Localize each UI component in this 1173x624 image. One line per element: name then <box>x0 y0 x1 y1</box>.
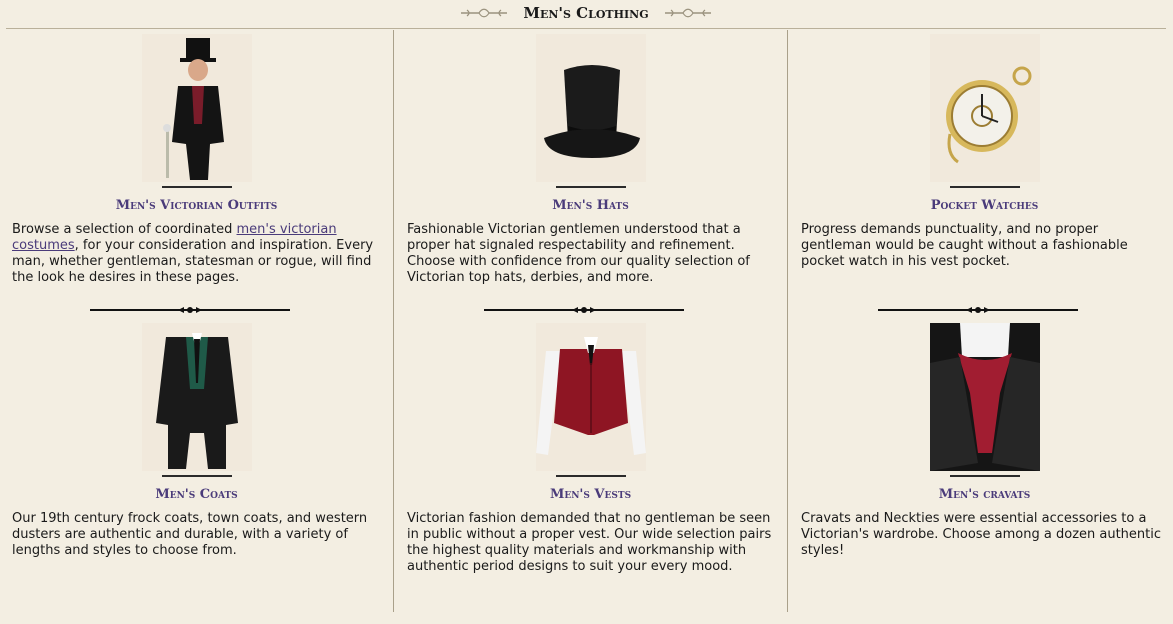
cravats-description: Cravats and Neckties were essential acce… <box>801 511 1162 558</box>
victorian-outfits-description: Browse a selection of coordinated men's … <box>12 222 374 285</box>
pocket-watches-description: Progress demands punctuality, and no pro… <box>801 222 1128 269</box>
coats-description: Our 19th century frock coats, town coats… <box>12 511 368 558</box>
column-2: Men's Hats Fashionable Victorian gentlem… <box>393 30 787 612</box>
page-header: Men's Clothing <box>6 0 1166 29</box>
hats-description: Fashionable Victorian gentlemen understo… <box>407 222 750 285</box>
vests-link[interactable]: Men's Vests <box>550 487 631 502</box>
cravat-image[interactable] <box>922 323 1047 471</box>
name-rule <box>949 475 1020 477</box>
victorian-outfit-image[interactable] <box>141 34 252 182</box>
left-ornament-icon <box>461 8 508 18</box>
pocket-watches-link[interactable]: Pocket Watches <box>931 198 1039 213</box>
name-rule <box>555 475 626 477</box>
page-title: Men's Clothing <box>523 4 649 22</box>
coats-link[interactable]: Men's Coats <box>155 487 237 502</box>
ornament-divider-icon <box>878 307 1078 313</box>
ornament-divider-icon <box>484 307 684 313</box>
column-1: Men's Victorian Outfits Browse a selecti… <box>0 30 393 612</box>
name-rule <box>161 475 232 477</box>
hats-link[interactable]: Men's Hats <box>552 198 628 213</box>
column-3: Pocket Watches Progress demands punctual… <box>787 30 1173 612</box>
name-rule <box>555 186 626 188</box>
category-grid: Men's Victorian Outfits Browse a selecti… <box>0 30 1173 614</box>
name-rule <box>949 186 1020 188</box>
pocket-watch-image[interactable] <box>929 34 1040 182</box>
cravats-link[interactable]: Men's cravats <box>939 487 1030 502</box>
name-rule <box>161 186 232 188</box>
vest-image[interactable] <box>535 323 646 471</box>
ornament-divider-icon <box>90 307 290 313</box>
coat-image[interactable] <box>141 323 252 471</box>
right-ornament-icon <box>664 8 711 18</box>
top-hat-image[interactable] <box>535 34 646 182</box>
victorian-outfits-link[interactable]: Men's Victorian Outfits <box>116 198 278 213</box>
vests-description: Victorian fashion demanded that no gentl… <box>407 511 772 574</box>
